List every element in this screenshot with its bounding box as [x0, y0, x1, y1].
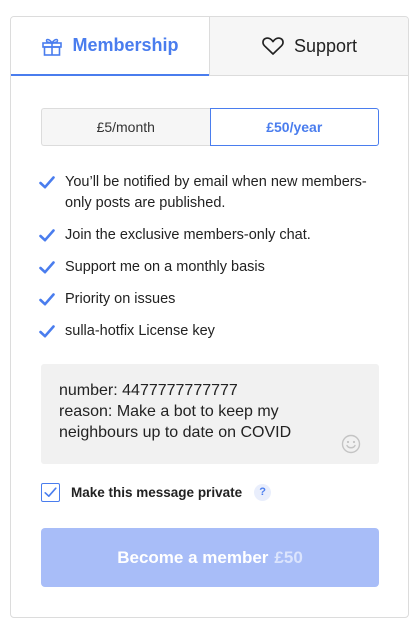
tab-membership[interactable]: Membership: [11, 17, 209, 76]
checkmark-icon: [39, 172, 55, 193]
yearly-option[interactable]: £50/year: [209, 108, 379, 146]
benefit-text: Support me on a monthly basis: [65, 259, 265, 275]
tab-support-label: Support: [293, 35, 358, 56]
membership-widget: Membership Support £5/month £50/year You…: [10, 16, 409, 618]
private-checkbox[interactable]: [41, 482, 60, 502]
list-item: Priority on issues: [39, 289, 379, 310]
message-text[interactable]: number: 4477777777777 reason: Make a bot…: [59, 380, 361, 443]
private-option: Make this message private ?: [41, 481, 272, 503]
heart-icon: [261, 36, 285, 56]
list-item: You’ll be notified by email when new mem…: [39, 172, 379, 214]
tab-bar: Membership Support: [11, 17, 408, 76]
cta-label: Become a member: [117, 547, 269, 567]
message-field[interactable]: number: 4477777777777 reason: Make a bot…: [41, 364, 379, 464]
list-item: Support me on a monthly basis: [39, 257, 379, 278]
checkmark-icon: [39, 257, 55, 278]
benefit-text: sulla-hotfix License key: [65, 323, 215, 339]
private-label: Make this message private: [71, 484, 243, 500]
monthly-option[interactable]: £5/month: [41, 108, 210, 146]
benefit-text: Priority on issues: [65, 291, 176, 307]
question-icon[interactable]: ?: [254, 483, 272, 501]
tab-support[interactable]: Support: [209, 17, 408, 76]
pricing-toggle: £5/month £50/year: [41, 108, 379, 146]
list-item: Join the exclusive members-only chat.: [39, 225, 379, 246]
list-item: sulla-hotfix License key: [39, 321, 379, 342]
smiley-icon[interactable]: [341, 434, 361, 454]
become-member-button[interactable]: Become a member £50: [41, 528, 379, 587]
benefit-text: You’ll be notified by email when new mem…: [65, 174, 367, 211]
benefits-list: You’ll be notified by email when new mem…: [39, 172, 379, 353]
benefit-text: Join the exclusive members-only chat.: [65, 227, 311, 243]
cta-price: £50: [274, 547, 303, 567]
checkmark-icon: [39, 225, 55, 246]
checkmark-icon: [39, 321, 55, 342]
tab-membership-label: Membership: [72, 35, 179, 55]
gift-icon: [41, 36, 63, 56]
checkmark-icon: [39, 289, 55, 310]
